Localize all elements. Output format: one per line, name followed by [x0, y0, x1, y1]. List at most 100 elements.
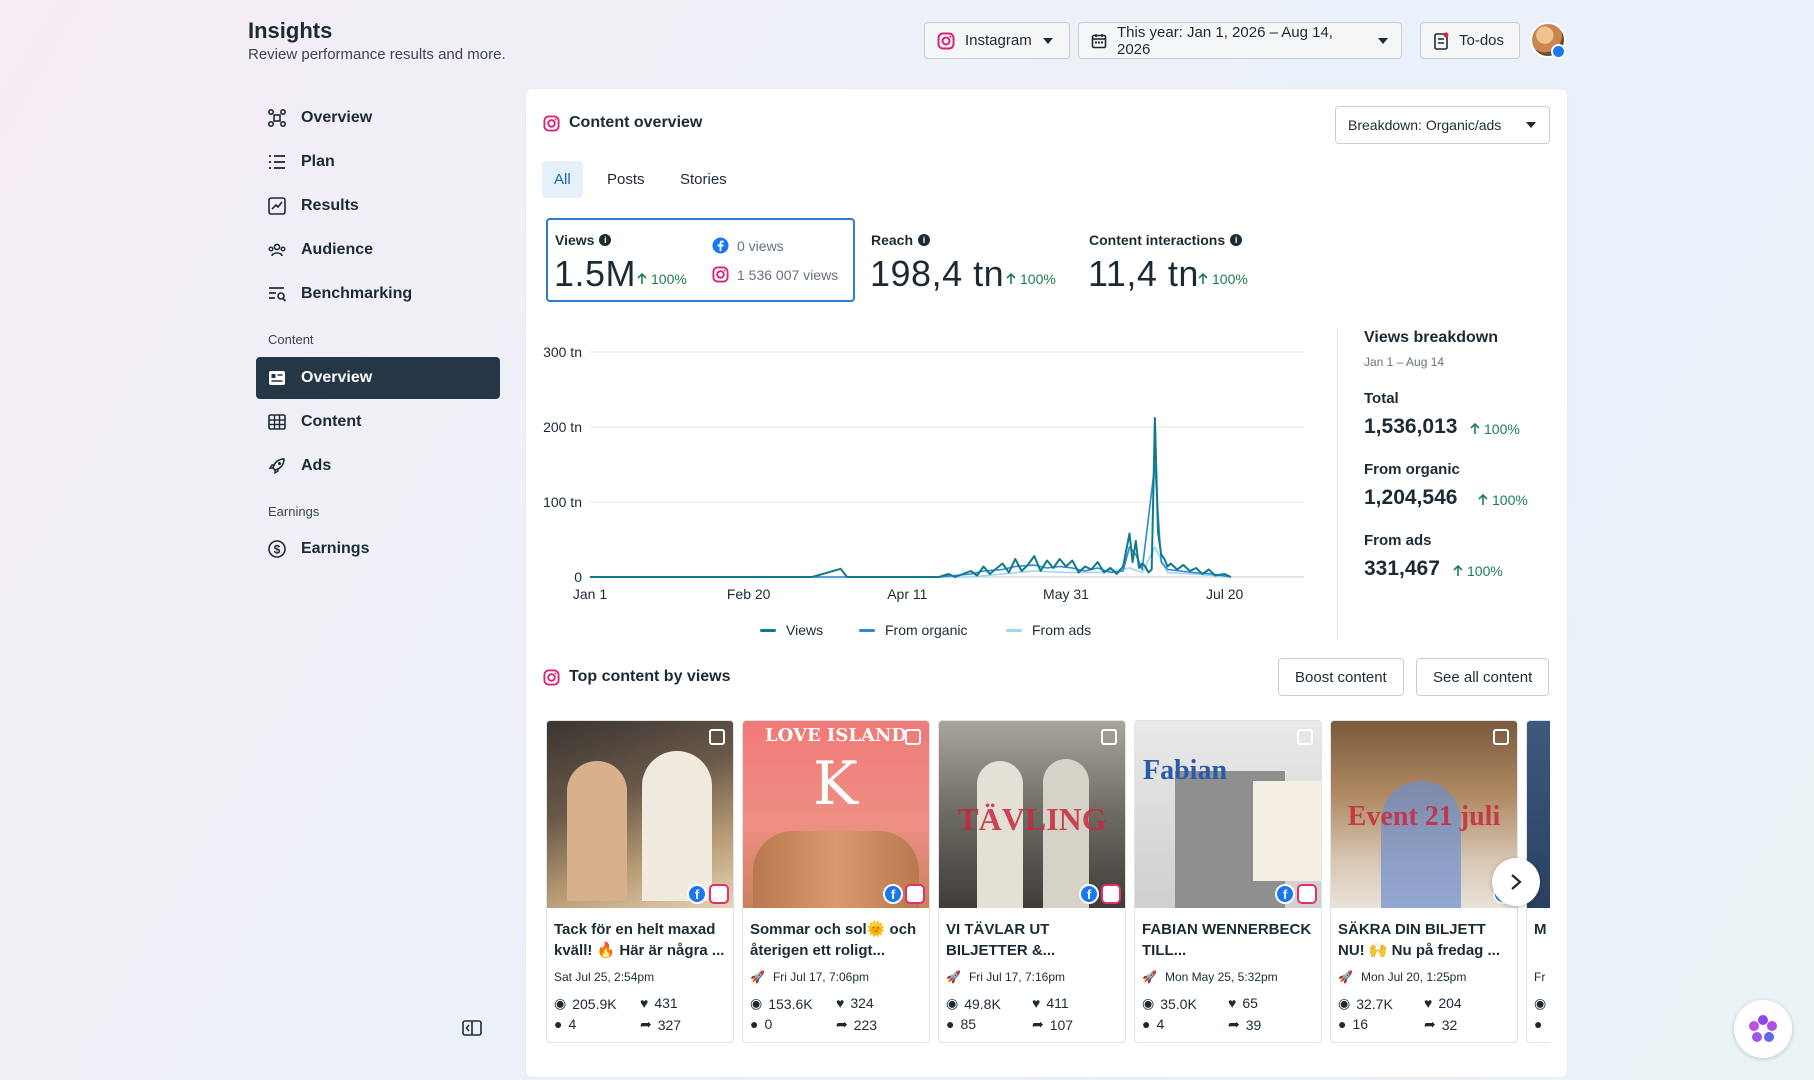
sidebar-item-benchmarking[interactable]: Benchmarking: [256, 273, 500, 315]
stat-value: 223: [853, 1016, 878, 1033]
post-comments: ● 16: [1338, 1016, 1368, 1032]
sidebar-item-content-overview[interactable]: Overview: [256, 357, 500, 399]
views-breakdown-title: Views breakdown: [1364, 329, 1498, 346]
post-card[interactable]: TÄVLING f VI TÄVLAR UT BILJETTER &... 🚀 F…: [938, 720, 1126, 1043]
todos-label: To-dos: [1459, 32, 1505, 49]
instagram-icon: [1297, 884, 1317, 904]
share-icon: ➦: [1424, 1016, 1436, 1032]
instagram-icon: [543, 114, 560, 132]
post-card[interactable]: Event 21 juli f SÄKRA DIN BILJETT NU! 🙌 …: [1330, 720, 1518, 1043]
assistant-button[interactable]: [1734, 1000, 1792, 1058]
date-range-label: This year: Jan 1, 2026 – Aug 14, 2026: [1117, 23, 1333, 58]
stat-value: 35.0K: [1160, 995, 1197, 1012]
sidebar-item-earnings[interactable]: $ Earnings: [256, 528, 500, 570]
platform-selector[interactable]: Instagram: [924, 22, 1070, 59]
sidebar-item-label: Earnings: [301, 540, 370, 557]
series-line-views[interactable]: [590, 417, 1232, 578]
comment-icon: ●: [554, 1016, 563, 1032]
tab-stories[interactable]: Stories: [668, 161, 739, 198]
interactions-change-value: 100%: [1212, 271, 1248, 287]
post-card[interactable]: f Tack för en helt maxad kväll! 🔥 Här är…: [546, 720, 734, 1043]
legend-item-organic[interactable]: From organic: [859, 622, 967, 638]
tab-posts[interactable]: Posts: [595, 161, 657, 198]
todo-list-icon: [1433, 32, 1449, 50]
reel-icon: [1101, 729, 1117, 745]
boost-content-button[interactable]: Boost content: [1278, 658, 1404, 696]
post-likes: ♥ 411: [1032, 995, 1069, 1011]
post-comments: ● 85: [946, 1016, 976, 1032]
arrow-up-icon: [1198, 273, 1208, 285]
see-all-content-button[interactable]: See all content: [1416, 658, 1550, 696]
post-date-row: 🚀 Mon May 25, 5:32pm: [1142, 970, 1278, 984]
eye-icon: ◉: [1534, 995, 1547, 1011]
facebook-views: 0 views: [712, 237, 784, 254]
facebook-icon: f: [687, 884, 707, 904]
overview-icon: [267, 108, 287, 128]
post-shares: ➦ 107: [1032, 1016, 1073, 1033]
stat-value: 4: [1156, 1016, 1165, 1032]
sidebar-item-label: Results: [301, 197, 359, 214]
info-icon[interactable]: i: [1230, 234, 1243, 246]
breakdown-label: Breakdown: Organic/ads: [1348, 117, 1502, 133]
post-likes: ♥ 324: [836, 995, 874, 1011]
arrow-up-icon: [637, 273, 647, 285]
thumbnail-overlay-text: TÄVLING: [957, 801, 1107, 837]
post-date-row: 🚀 Mon Jul 20, 1:25pm: [1338, 970, 1466, 984]
sidebar-item-label: Ads: [301, 457, 332, 474]
post-thumbnail: LOVE ISLAND K f: [743, 721, 929, 908]
organic-change: 100%: [1478, 492, 1528, 508]
stat-value: 65: [1242, 995, 1258, 1011]
reach-change: 100%: [1006, 271, 1056, 287]
legend-item-views[interactable]: Views: [760, 622, 823, 638]
x-tick-label: Jul 20: [1206, 586, 1244, 602]
reach-metric-label: Reach i: [871, 232, 931, 248]
sidebar-item-ads[interactable]: Ads: [256, 445, 500, 487]
overview-card-icon: [267, 368, 287, 388]
sidebar-item-label: Plan: [301, 153, 335, 170]
post-card[interactable]: Fabian f FABIAN WENNERBECK TILL... 🚀 Mon …: [1134, 720, 1322, 1043]
stat-value: 205.9K: [572, 995, 617, 1012]
page-subtitle: Review performance results and more.: [248, 46, 506, 63]
post-views: ◉ 153.6K: [750, 995, 813, 1012]
rocket-icon: 🚀: [1338, 970, 1353, 984]
tab-all[interactable]: All: [542, 161, 583, 198]
todos-button[interactable]: To-dos: [1420, 22, 1520, 59]
sidebar-item-content[interactable]: Content: [256, 401, 500, 443]
people-icon: [267, 240, 287, 260]
post-views: ◉ 49.8K: [946, 995, 1001, 1012]
info-icon[interactable]: i: [918, 234, 931, 246]
post-views: ◉ 32.7K: [1338, 995, 1393, 1012]
platform-badges: f: [883, 884, 925, 904]
collapse-sidebar-icon[interactable]: [462, 1020, 482, 1036]
heart-icon: ♥: [640, 995, 649, 1011]
heart-icon: ♥: [1228, 995, 1237, 1011]
post-caption: VI TÄVLAR UT BILJETTER &...: [946, 921, 1056, 959]
carousel-icon: [709, 729, 725, 745]
post-card[interactable]: LOVE ISLAND K f Sommar och sol🌞 och åter…: [742, 720, 930, 1043]
legend-item-ads[interactable]: From ads: [1006, 622, 1091, 638]
carousel-next-button[interactable]: [1492, 858, 1540, 906]
sidebar-item-results[interactable]: Results: [256, 185, 500, 227]
instagram-icon: [543, 668, 560, 686]
rocket-icon: 🚀: [750, 970, 765, 984]
instagram-icon: [709, 884, 729, 904]
facebook-icon: f: [1079, 884, 1099, 904]
breakdown-dropdown[interactable]: Breakdown: Organic/ads: [1335, 106, 1550, 144]
post-caption: M B: [1534, 921, 1550, 938]
rocket-icon: 🚀: [946, 970, 961, 984]
sidebar-item-audience[interactable]: Audience: [256, 229, 500, 271]
x-tick-label: Feb 20: [727, 586, 771, 602]
sidebar-item-overview[interactable]: Overview: [256, 97, 500, 139]
info-icon[interactable]: i: [599, 234, 612, 246]
post-thumbnail: Fabian f: [1135, 721, 1321, 908]
stat-value: 324: [850, 995, 874, 1011]
interactions-value: 11,4 tn: [1088, 253, 1199, 294]
series-line-from-organic[interactable]: [590, 463, 1232, 578]
post-caption: Tack för en helt maxad kväll! 🔥 Här är n…: [554, 921, 725, 959]
stat-value: 107: [1049, 1016, 1074, 1033]
date-range-selector[interactable]: This year: Jan 1, 2026 – Aug 14, 2026: [1078, 22, 1402, 59]
rocket-icon: [267, 456, 287, 476]
sidebar-item-plan[interactable]: Plan: [256, 141, 500, 183]
post-date: Mon May 25, 5:32pm: [1164, 970, 1278, 984]
post-shares: ➦ 327: [640, 1016, 681, 1033]
